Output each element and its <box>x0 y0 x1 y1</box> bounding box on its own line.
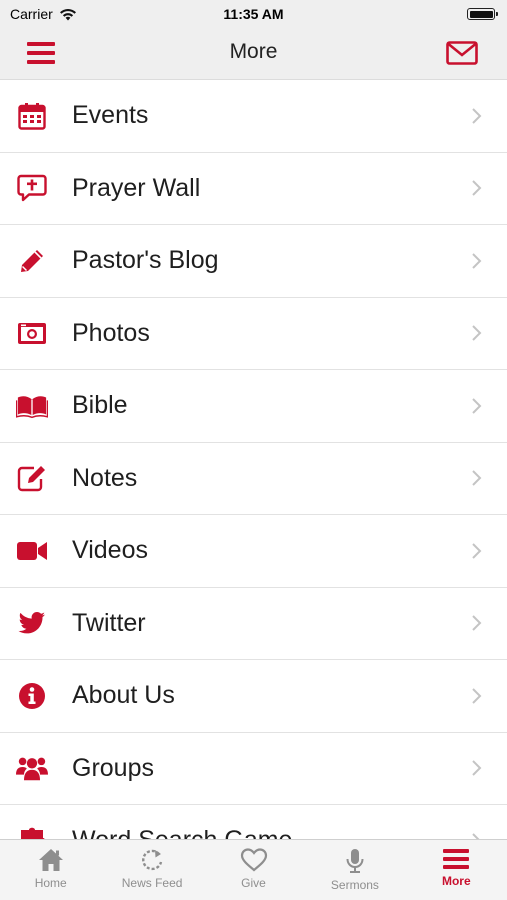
calendar-icon <box>18 102 46 130</box>
menu-item-about-us[interactable]: About Us <box>0 660 507 733</box>
menu-item-label: Word Search Game <box>72 826 292 840</box>
menu-item-prayer-wall[interactable]: Prayer Wall <box>0 152 507 225</box>
tab-sermons[interactable]: Sermons <box>304 840 405 900</box>
more-menu-list: Events Prayer Wall Pastor's Blog Photos … <box>0 80 507 840</box>
menu-item-twitter[interactable]: Twitter <box>0 587 507 660</box>
chevron-right-icon <box>472 253 482 269</box>
battery-icon <box>467 8 498 20</box>
puzzle-icon <box>21 827 46 840</box>
hamburger-icon <box>443 849 470 869</box>
menu-item-label: Twitter <box>72 608 146 637</box>
refresh-icon <box>142 849 163 871</box>
chevron-right-icon <box>472 470 482 486</box>
menu-item-pastors-blog[interactable]: Pastor's Blog <box>0 225 507 298</box>
page-title: More <box>229 40 278 63</box>
menu-item-label: Events <box>72 101 149 130</box>
mail-button[interactable] <box>445 38 479 68</box>
menu-item-bible[interactable]: Bible <box>0 370 507 443</box>
chevron-right-icon <box>472 180 482 196</box>
navigation-bar: More <box>0 28 507 80</box>
tab-label: Home <box>34 876 67 890</box>
menu-item-label: Notes <box>72 463 138 492</box>
chevron-right-icon <box>472 688 482 704</box>
chevron-right-icon <box>472 325 482 341</box>
twitter-bird-icon <box>18 612 45 634</box>
status-time: 11:35 AM <box>223 6 284 22</box>
prayer-bubble-icon <box>17 175 47 202</box>
menu-item-groups[interactable]: Groups <box>0 732 507 805</box>
tab-news-feed[interactable]: News Feed <box>101 840 202 900</box>
tab-label: News Feed <box>121 876 183 890</box>
chevron-right-icon <box>472 760 482 776</box>
info-icon <box>19 682 45 709</box>
chevron-right-icon <box>472 543 482 559</box>
heart-icon <box>240 848 267 872</box>
menu-item-label: Videos <box>72 536 148 565</box>
microphone-icon <box>346 849 364 873</box>
tab-label: More <box>441 874 471 888</box>
tab-give[interactable]: Give <box>203 840 304 900</box>
chevron-right-icon <box>472 615 482 631</box>
menu-item-label: About Us <box>72 681 175 710</box>
tab-label: Give <box>241 876 266 890</box>
camera-icon <box>18 323 46 345</box>
menu-item-label: Groups <box>72 753 154 782</box>
menu-item-label: Pastor's Blog <box>72 246 219 275</box>
video-camera-icon <box>17 541 47 560</box>
menu-item-word-search-game[interactable]: Word Search Game <box>0 805 507 840</box>
menu-item-notes[interactable]: Notes <box>0 442 507 515</box>
pencil-icon <box>21 249 43 272</box>
menu-item-label: Bible <box>72 391 128 420</box>
status-bar: Carrier 11:35 AM <box>0 0 507 28</box>
users-icon <box>16 757 48 781</box>
menu-item-events[interactable]: Events <box>0 80 507 153</box>
menu-item-label: Prayer Wall <box>72 173 201 202</box>
book-icon <box>16 396 48 418</box>
chevron-right-icon <box>472 108 482 124</box>
tab-home[interactable]: Home <box>0 840 101 900</box>
chevron-right-icon <box>472 398 482 414</box>
menu-item-videos[interactable]: Videos <box>0 515 507 588</box>
menu-item-label: Photos <box>72 318 150 347</box>
tab-label: Sermons <box>330 878 379 892</box>
envelope-icon <box>446 41 478 65</box>
tab-bar: Home News Feed Give Sermons More <box>0 839 507 900</box>
home-icon <box>38 849 63 871</box>
menu-item-photos[interactable]: Photos <box>0 297 507 370</box>
edit-note-icon <box>17 466 45 492</box>
tab-more[interactable]: More <box>406 840 507 900</box>
